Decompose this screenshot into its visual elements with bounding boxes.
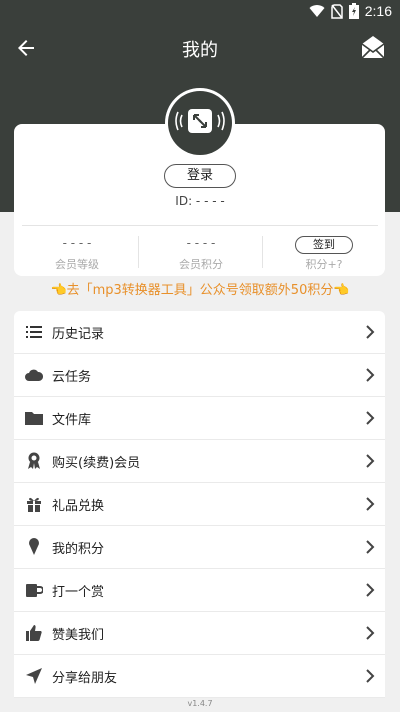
menu-item-praise-us[interactable]: 赞美我们 — [14, 612, 385, 655]
chevron-right-icon — [366, 325, 375, 339]
toolbar: 我的 — [0, 24, 400, 72]
menu-item-label: 分享给朋友 — [52, 670, 118, 686]
menu-item-label: 礼品兑换 — [52, 498, 105, 514]
list-icon — [24, 322, 44, 342]
menu-item-label: 云任务 — [52, 369, 92, 385]
menu-item-label: 历史记录 — [52, 326, 105, 342]
menu-item-buy-membership[interactable]: 购买(续费)会员 — [14, 440, 385, 483]
member-level-stat: - - - - 会员等级 — [22, 236, 132, 272]
mug-icon — [24, 580, 44, 600]
menu-item-cloud-tasks[interactable]: 云任务 — [14, 354, 385, 397]
menu-item-share[interactable]: 分享给朋友 — [14, 655, 385, 698]
page-title: 我的 — [182, 40, 218, 61]
wifi-icon — [309, 5, 325, 18]
user-id: ID: - - - - — [175, 194, 225, 208]
chevron-right-icon — [366, 669, 375, 683]
member-points-label: 会员积分 — [179, 258, 223, 271]
chevron-right-icon — [366, 540, 375, 554]
status-time: 2:16 — [364, 3, 392, 19]
folder-icon — [24, 408, 44, 428]
menu-item-label: 购买(续费)会员 — [52, 455, 141, 471]
member-points-stat: - - - - 会员积分 — [146, 236, 256, 272]
login-button[interactable]: 登录 — [164, 164, 236, 188]
menu-item-label: 赞美我们 — [52, 627, 105, 643]
stat-separator — [262, 236, 263, 268]
menu-item-gift-redeem[interactable]: 礼品兑换 — [14, 483, 385, 526]
member-points-value: - - - - — [186, 236, 216, 250]
avatar[interactable] — [165, 88, 235, 158]
gift-icon — [24, 494, 44, 514]
no-sim-icon — [331, 3, 343, 19]
thumbs-up-icon — [24, 623, 44, 643]
battery-charging-icon — [348, 3, 359, 19]
version-label: v1.4.7 — [187, 699, 213, 708]
checkin-points-label: 积分+? — [305, 258, 343, 271]
chevron-right-icon — [366, 626, 375, 640]
mail-icon[interactable] — [360, 34, 386, 60]
menu-item-label: 打一个赏 — [52, 584, 105, 600]
status-icons: 2:16 — [309, 3, 392, 19]
award-icon — [24, 451, 44, 471]
menu-item-file-library[interactable]: 文件库 — [14, 397, 385, 440]
menu-item-label: 我的积分 — [52, 541, 105, 557]
menu-item-my-points[interactable]: 我的积分 — [14, 526, 385, 569]
chevron-right-icon — [366, 411, 375, 425]
stat-separator — [138, 236, 139, 268]
menu-item-history[interactable]: 历史记录 — [14, 311, 385, 354]
convert-logo-icon — [175, 109, 225, 133]
member-level-value: - - - - — [62, 236, 92, 250]
chevron-right-icon — [366, 583, 375, 597]
card-divider — [22, 225, 378, 226]
promo-link[interactable]: 👈去「mp3转换器工具」公众号领取额外50积分👈 — [0, 279, 400, 298]
chevron-right-icon — [366, 454, 375, 468]
member-level-label: 会员等级 — [55, 258, 99, 271]
send-icon — [24, 666, 44, 686]
menu-item-label: 文件库 — [52, 412, 92, 428]
ice-cream-icon — [24, 537, 44, 557]
menu-list: 历史记录 云任务 文件库 购买(续费)会员 礼品兑换 我的积分 打一个赏 赞美我… — [14, 311, 385, 698]
chevron-right-icon — [366, 497, 375, 511]
checkin-button[interactable]: 签到 — [295, 236, 353, 254]
menu-item-tip[interactable]: 打一个赏 — [14, 569, 385, 612]
status-bar: 2:16 — [0, 0, 400, 24]
chevron-right-icon — [366, 368, 375, 382]
avatar-inner — [168, 91, 232, 155]
cloud-icon — [24, 365, 44, 385]
